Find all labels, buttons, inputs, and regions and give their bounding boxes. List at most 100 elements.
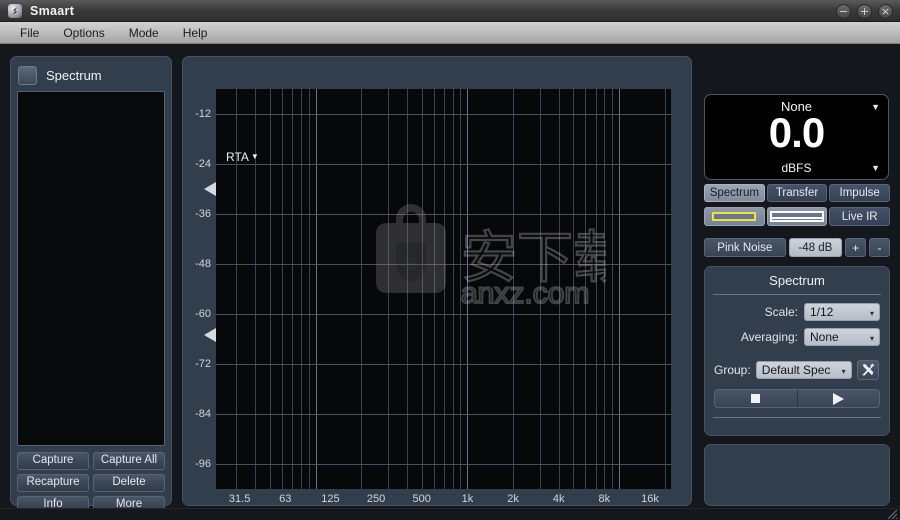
close-button[interactable]: × bbox=[878, 4, 893, 19]
level-decrease-button[interactable]: - bbox=[869, 238, 890, 257]
resize-grip[interactable] bbox=[886, 508, 898, 519]
stop-icon bbox=[751, 394, 761, 403]
spectrum-settings-title: Spectrum bbox=[769, 273, 825, 288]
averaging-select-value: None bbox=[810, 330, 839, 344]
x-axis-tick: 16k bbox=[641, 493, 659, 505]
group-select-value: Default Spec bbox=[761, 363, 831, 377]
generator-level-field[interactable]: -48 dB bbox=[788, 238, 843, 257]
y-axis-tick: -72 bbox=[195, 358, 211, 370]
scale-select[interactable]: 1/12 ▾ bbox=[804, 303, 880, 321]
dual-bar-glyph bbox=[770, 211, 824, 222]
main-body: Spectrum Capture Capture All Recapture D… bbox=[0, 44, 900, 520]
meter-value: 0.0 bbox=[768, 109, 825, 156]
meter-view-buttons: Live IR bbox=[704, 207, 891, 226]
dual-meter-bar-icon[interactable] bbox=[766, 207, 828, 226]
menu-mode[interactable]: Mode bbox=[117, 24, 171, 42]
chevron-down-icon: ▼ bbox=[250, 152, 259, 161]
divider bbox=[713, 294, 881, 295]
averaging-select[interactable]: None ▾ bbox=[804, 328, 880, 346]
delete-button[interactable]: Delete bbox=[93, 474, 165, 492]
x-axis-tick: 2k bbox=[507, 493, 519, 505]
maximize-button[interactable]: + bbox=[857, 4, 872, 19]
chevron-down-icon: ▾ bbox=[869, 309, 874, 318]
trace-actions: Capture Capture All Recapture Delete Inf… bbox=[17, 452, 165, 514]
chevron-down-icon: ▾ bbox=[841, 367, 846, 376]
play-icon bbox=[832, 392, 844, 405]
auxiliary-panel bbox=[704, 444, 890, 506]
trace-panel-title: Spectrum bbox=[46, 67, 102, 83]
svg-text:anxz.com: anxz.com bbox=[461, 277, 589, 309]
meter-unit-label: dBFS bbox=[781, 161, 812, 175]
input-level-meter[interactable]: None 0.0 dBFS ▼ ▼ bbox=[704, 94, 889, 180]
transport-controls bbox=[714, 389, 880, 408]
single-bar-glyph bbox=[712, 212, 757, 221]
x-axis-tick: 250 bbox=[366, 493, 386, 505]
y-axis-tick: -24 bbox=[195, 158, 211, 170]
scale-label: Scale: bbox=[764, 305, 798, 319]
divider bbox=[713, 417, 881, 418]
x-axis-tick: 500 bbox=[412, 493, 431, 505]
capture-button[interactable]: Capture bbox=[17, 452, 89, 470]
tab-transfer[interactable]: Transfer bbox=[766, 184, 828, 202]
spectrum-toggle-icon[interactable] bbox=[18, 65, 37, 85]
titlebar: Smaart − + × bbox=[0, 0, 900, 22]
menubar: File Options Mode Help bbox=[0, 22, 900, 44]
smaart-logo-icon bbox=[8, 3, 22, 18]
recapture-button[interactable]: Recapture bbox=[17, 474, 89, 492]
x-axis-tick: 63 bbox=[279, 493, 292, 505]
x-axis-labels: 31.5 63 125 250 500 1k 2k 4k 8k 16k bbox=[216, 493, 678, 505]
y-axis-tick: -36 bbox=[195, 208, 211, 220]
mode-tabs: Spectrum Transfer Impulse bbox=[704, 184, 891, 202]
menu-options[interactable]: Options bbox=[51, 24, 116, 42]
averaging-label: Averaging: bbox=[740, 330, 798, 344]
group-row: Group: Default Spec ▾ bbox=[714, 360, 881, 380]
meter-source-dropdown-icon[interactable]: ▼ bbox=[871, 102, 880, 112]
menu-help[interactable]: Help bbox=[171, 24, 220, 42]
meter-unit-dropdown-icon[interactable]: ▼ bbox=[871, 163, 880, 173]
svg-text:安: 安 bbox=[404, 257, 418, 273]
status-strip bbox=[0, 508, 900, 520]
trace-panel: Spectrum Capture Capture All Recapture D… bbox=[10, 56, 172, 514]
play-button[interactable] bbox=[796, 390, 879, 407]
single-meter-bar-icon[interactable] bbox=[704, 207, 765, 226]
x-axis-tick: 4k bbox=[552, 493, 565, 505]
live-ir-button[interactable]: Live IR bbox=[829, 207, 891, 226]
minimize-button[interactable]: − bbox=[836, 4, 851, 19]
window-controls: − + × bbox=[836, 4, 893, 19]
plot-wrapper: 安 安下载 anxz.com RTA▼ -12 -24 -36 -48 -60 -72 -8… bbox=[183, 57, 691, 505]
watermark-anxz: 安 安下载 anxz.com bbox=[366, 199, 630, 311]
x-axis-tick: 1k bbox=[461, 493, 474, 505]
tab-spectrum[interactable]: Spectrum bbox=[704, 184, 765, 202]
y-axis-tick: -48 bbox=[195, 258, 211, 270]
captured-trace-list[interactable] bbox=[17, 91, 165, 446]
tab-impulse[interactable]: Impulse bbox=[829, 184, 891, 202]
stop-button[interactable] bbox=[715, 390, 797, 407]
spectrum-graph-panel[interactable]: 安 安下载 anxz.com RTA▼ -12 -24 -36 -48 -60 -72 -8… bbox=[182, 56, 692, 506]
smaart-window: Smaart − + × File Options Mode Help Spec… bbox=[0, 0, 900, 520]
trace-panel-header: Spectrum bbox=[18, 64, 165, 86]
x-axis-tick: 125 bbox=[321, 493, 340, 505]
averaging-row: Averaging: None ▾ bbox=[714, 328, 880, 346]
group-label: Group: bbox=[714, 363, 751, 377]
spectrum-settings-panel: Spectrum Scale: 1/12 ▾ Averaging: None ▾… bbox=[704, 266, 890, 436]
pink-noise-button[interactable]: Pink Noise bbox=[704, 238, 786, 257]
threshold-marker-lower[interactable] bbox=[204, 327, 216, 342]
signal-generator-row: Pink Noise -48 dB + - bbox=[704, 238, 890, 257]
x-axis-tick: 8k bbox=[598, 493, 611, 505]
x-axis-tick: 31.5 bbox=[228, 493, 251, 505]
menu-file[interactable]: File bbox=[8, 24, 51, 42]
scale-select-value: 1/12 bbox=[810, 305, 834, 319]
y-axis-tick: -84 bbox=[195, 408, 211, 420]
level-increase-button[interactable]: + bbox=[845, 238, 867, 257]
tools-wrench-hammer-icon[interactable] bbox=[856, 360, 879, 380]
chevron-down-icon: ▾ bbox=[869, 334, 874, 343]
y-axis-labels: -12 -24 -36 -48 -60 -72 -84 -96 bbox=[183, 89, 214, 489]
window-title: Smaart bbox=[30, 3, 75, 18]
capture-all-button[interactable]: Capture All bbox=[93, 452, 165, 470]
group-select[interactable]: Default Spec ▾ bbox=[755, 361, 852, 379]
trace-selector[interactable]: RTA ▼ bbox=[226, 150, 259, 164]
rta-plot-area[interactable]: 安 安下载 anxz.com bbox=[216, 89, 671, 489]
threshold-marker-upper[interactable] bbox=[204, 182, 216, 196]
y-axis-tick: -96 bbox=[195, 458, 211, 470]
scale-row: Scale: 1/12 ▾ bbox=[714, 303, 880, 321]
